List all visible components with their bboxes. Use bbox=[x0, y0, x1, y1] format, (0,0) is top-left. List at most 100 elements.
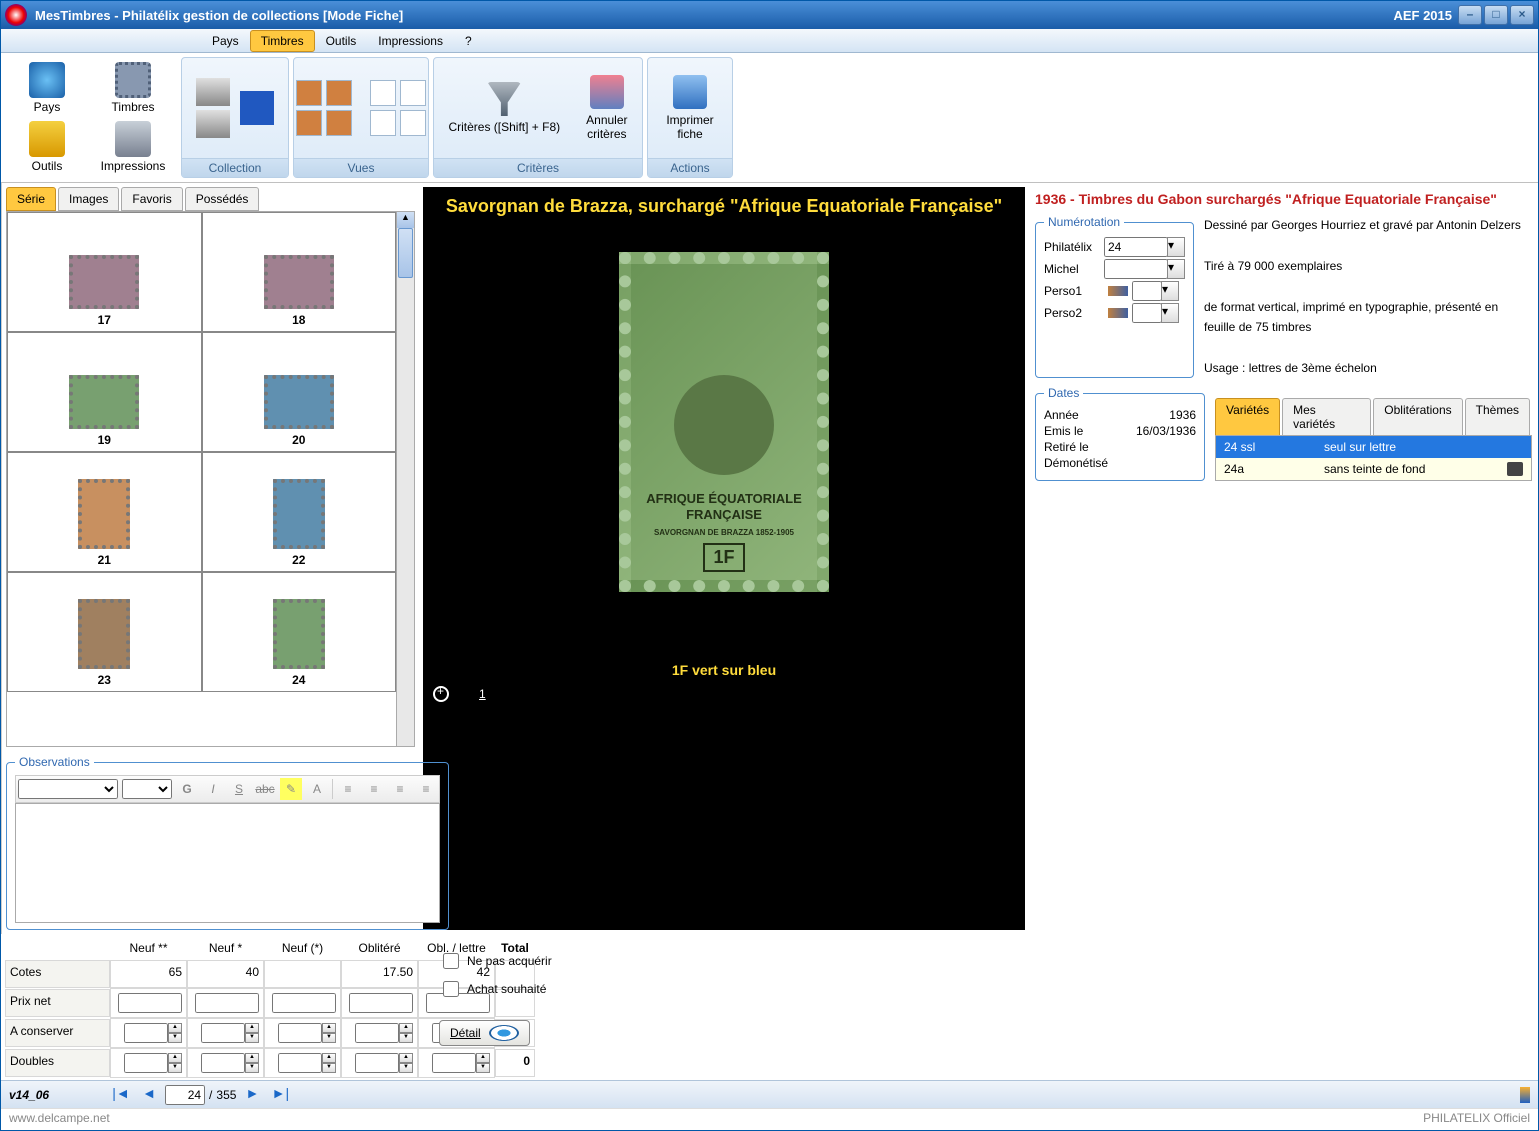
spin-down[interactable]: ▼ bbox=[245, 1033, 259, 1043]
ribbon-outils-button[interactable]: Outils bbox=[5, 119, 89, 177]
ribbon-pays-button[interactable]: Pays bbox=[5, 59, 89, 117]
tab-serie[interactable]: Série bbox=[6, 187, 56, 211]
tab-themes[interactable]: Thèmes bbox=[1465, 398, 1530, 435]
wish-purchase-checkbox[interactable] bbox=[443, 981, 459, 997]
menu-impressions[interactable]: Impressions bbox=[367, 30, 454, 52]
variety-row[interactable]: 24a sans teinte de fond bbox=[1216, 458, 1531, 480]
philatelix-number-input[interactable] bbox=[1104, 237, 1168, 257]
align-right-button[interactable]: ≡ bbox=[389, 778, 411, 800]
tab-possedes[interactable]: Possédés bbox=[185, 187, 260, 211]
thumbnail-cell[interactable]: 18 bbox=[202, 212, 397, 332]
menu-pays[interactable]: Pays bbox=[201, 30, 250, 52]
menu-help[interactable]: ? bbox=[454, 30, 483, 52]
net-input[interactable] bbox=[195, 993, 259, 1013]
thumbnail-cell[interactable]: 21 bbox=[7, 452, 202, 572]
underline-button[interactable]: S bbox=[228, 778, 250, 800]
spin-up[interactable]: ▲ bbox=[245, 1023, 259, 1033]
thumbnail-cell[interactable]: 17 bbox=[7, 212, 202, 332]
tab-cancellations[interactable]: Oblitérations bbox=[1373, 398, 1462, 435]
spin-up[interactable]: ▲ bbox=[322, 1023, 336, 1033]
scroll-thumb[interactable] bbox=[398, 228, 413, 278]
nav-first-button[interactable]: |◄ bbox=[109, 1085, 133, 1105]
spin-down[interactable]: ▼ bbox=[322, 1063, 336, 1073]
scroll-up-button[interactable]: ▲ bbox=[397, 212, 414, 228]
spin-down[interactable]: ▼ bbox=[322, 1033, 336, 1043]
spin-down[interactable]: ▼ bbox=[399, 1033, 413, 1043]
minimize-button[interactable]: – bbox=[1458, 5, 1482, 25]
thumbnail-cell[interactable]: 24 bbox=[202, 572, 397, 692]
spin-up[interactable]: ▲ bbox=[322, 1053, 336, 1063]
net-input[interactable] bbox=[118, 993, 182, 1013]
thumbnail-cell[interactable]: 20 bbox=[202, 332, 397, 452]
spin-up[interactable]: ▲ bbox=[245, 1053, 259, 1063]
folder-icon[interactable] bbox=[196, 110, 230, 138]
highlight-button[interactable]: ✎ bbox=[280, 778, 302, 800]
align-justify-button[interactable]: ≡ bbox=[415, 778, 437, 800]
dropdown-button[interactable]: ▾ bbox=[1161, 281, 1179, 301]
menu-timbres[interactable]: Timbres bbox=[250, 30, 315, 52]
preview-page[interactable]: 1 bbox=[479, 687, 486, 701]
michel-number-input[interactable] bbox=[1104, 259, 1168, 279]
align-left-button[interactable]: ≡ bbox=[337, 778, 359, 800]
italic-button[interactable]: I bbox=[202, 778, 224, 800]
qty-input[interactable] bbox=[124, 1023, 168, 1043]
ribbon-timbres-button[interactable]: Timbres bbox=[91, 59, 175, 117]
cancel-criteria-button[interactable]: Annuler critères bbox=[578, 73, 635, 143]
spin-up[interactable]: ▲ bbox=[399, 1023, 413, 1033]
spin-down[interactable]: ▼ bbox=[399, 1063, 413, 1073]
qty-input[interactable] bbox=[355, 1053, 399, 1073]
maximize-button[interactable]: □ bbox=[1484, 5, 1508, 25]
font-family-select[interactable] bbox=[18, 779, 118, 799]
zoom-in-icon[interactable] bbox=[433, 686, 449, 702]
detail-button[interactable]: Détail bbox=[439, 1020, 530, 1046]
variety-row[interactable]: 24 ssl seul sur lettre bbox=[1216, 436, 1531, 458]
ribbon-impressions-button[interactable]: Impressions bbox=[91, 119, 175, 177]
tab-images[interactable]: Images bbox=[58, 187, 119, 211]
print-sheet-button[interactable]: Imprimer fiche bbox=[658, 73, 721, 143]
close-button[interactable]: × bbox=[1510, 5, 1534, 25]
align-center-button[interactable]: ≡ bbox=[363, 778, 385, 800]
spin-down[interactable]: ▼ bbox=[245, 1063, 259, 1073]
spin-down[interactable]: ▼ bbox=[168, 1033, 182, 1043]
qty-input[interactable] bbox=[201, 1023, 245, 1043]
spin-down[interactable]: ▼ bbox=[168, 1063, 182, 1073]
dropdown-button[interactable]: ▾ bbox=[1167, 237, 1185, 257]
folder-open-icon[interactable] bbox=[196, 78, 230, 106]
spin-up[interactable]: ▲ bbox=[168, 1053, 182, 1063]
variety-list[interactable]: 24 ssl seul sur lettre 24a sans teinte d… bbox=[1215, 436, 1532, 481]
thumbnail-cell[interactable]: 23 bbox=[7, 572, 202, 692]
scrollbar[interactable]: ▲ ▼ bbox=[396, 212, 414, 747]
view-list-button[interactable] bbox=[366, 76, 430, 140]
criteria-button[interactable]: Critères ([Shift] + F8) bbox=[440, 80, 568, 136]
dropdown-button[interactable]: ▾ bbox=[1167, 259, 1185, 279]
nav-current-input[interactable] bbox=[165, 1085, 205, 1105]
tab-varieties[interactable]: Variétés bbox=[1215, 398, 1280, 435]
qty-input[interactable] bbox=[355, 1023, 399, 1043]
observations-textarea[interactable] bbox=[15, 803, 440, 923]
bold-button[interactable]: G bbox=[176, 778, 198, 800]
menu-outils[interactable]: Outils bbox=[315, 30, 368, 52]
tab-favoris[interactable]: Favoris bbox=[121, 187, 182, 211]
nav-prev-button[interactable]: ◄ bbox=[137, 1085, 161, 1105]
net-input[interactable] bbox=[272, 993, 336, 1013]
strike-button[interactable]: abc bbox=[254, 778, 276, 800]
perso1-number-input[interactable] bbox=[1132, 281, 1162, 301]
font-size-select[interactable] bbox=[122, 779, 172, 799]
tab-my-varieties[interactable]: Mes variétés bbox=[1282, 398, 1371, 435]
spin-up[interactable]: ▲ bbox=[399, 1053, 413, 1063]
perso2-number-input[interactable] bbox=[1132, 303, 1162, 323]
net-input[interactable] bbox=[349, 993, 413, 1013]
dropdown-button[interactable]: ▾ bbox=[1161, 303, 1179, 323]
do-not-acquire-checkbox[interactable] bbox=[443, 953, 459, 969]
view-thumbs-button[interactable] bbox=[292, 76, 356, 140]
qty-input[interactable] bbox=[124, 1053, 168, 1073]
spin-up[interactable]: ▲ bbox=[168, 1023, 182, 1033]
nav-next-button[interactable]: ► bbox=[240, 1085, 264, 1105]
qty-input[interactable] bbox=[278, 1053, 322, 1073]
qty-input[interactable] bbox=[201, 1053, 245, 1073]
font-color-button[interactable]: A bbox=[306, 778, 328, 800]
qty-input[interactable] bbox=[278, 1023, 322, 1043]
stamp-image[interactable]: AFRIQUE ÉQUATORIALE FRANÇAISE SAVORGNAN … bbox=[619, 252, 829, 592]
save-icon[interactable] bbox=[240, 91, 274, 125]
thumbnail-cell[interactable]: 19 bbox=[7, 332, 202, 452]
